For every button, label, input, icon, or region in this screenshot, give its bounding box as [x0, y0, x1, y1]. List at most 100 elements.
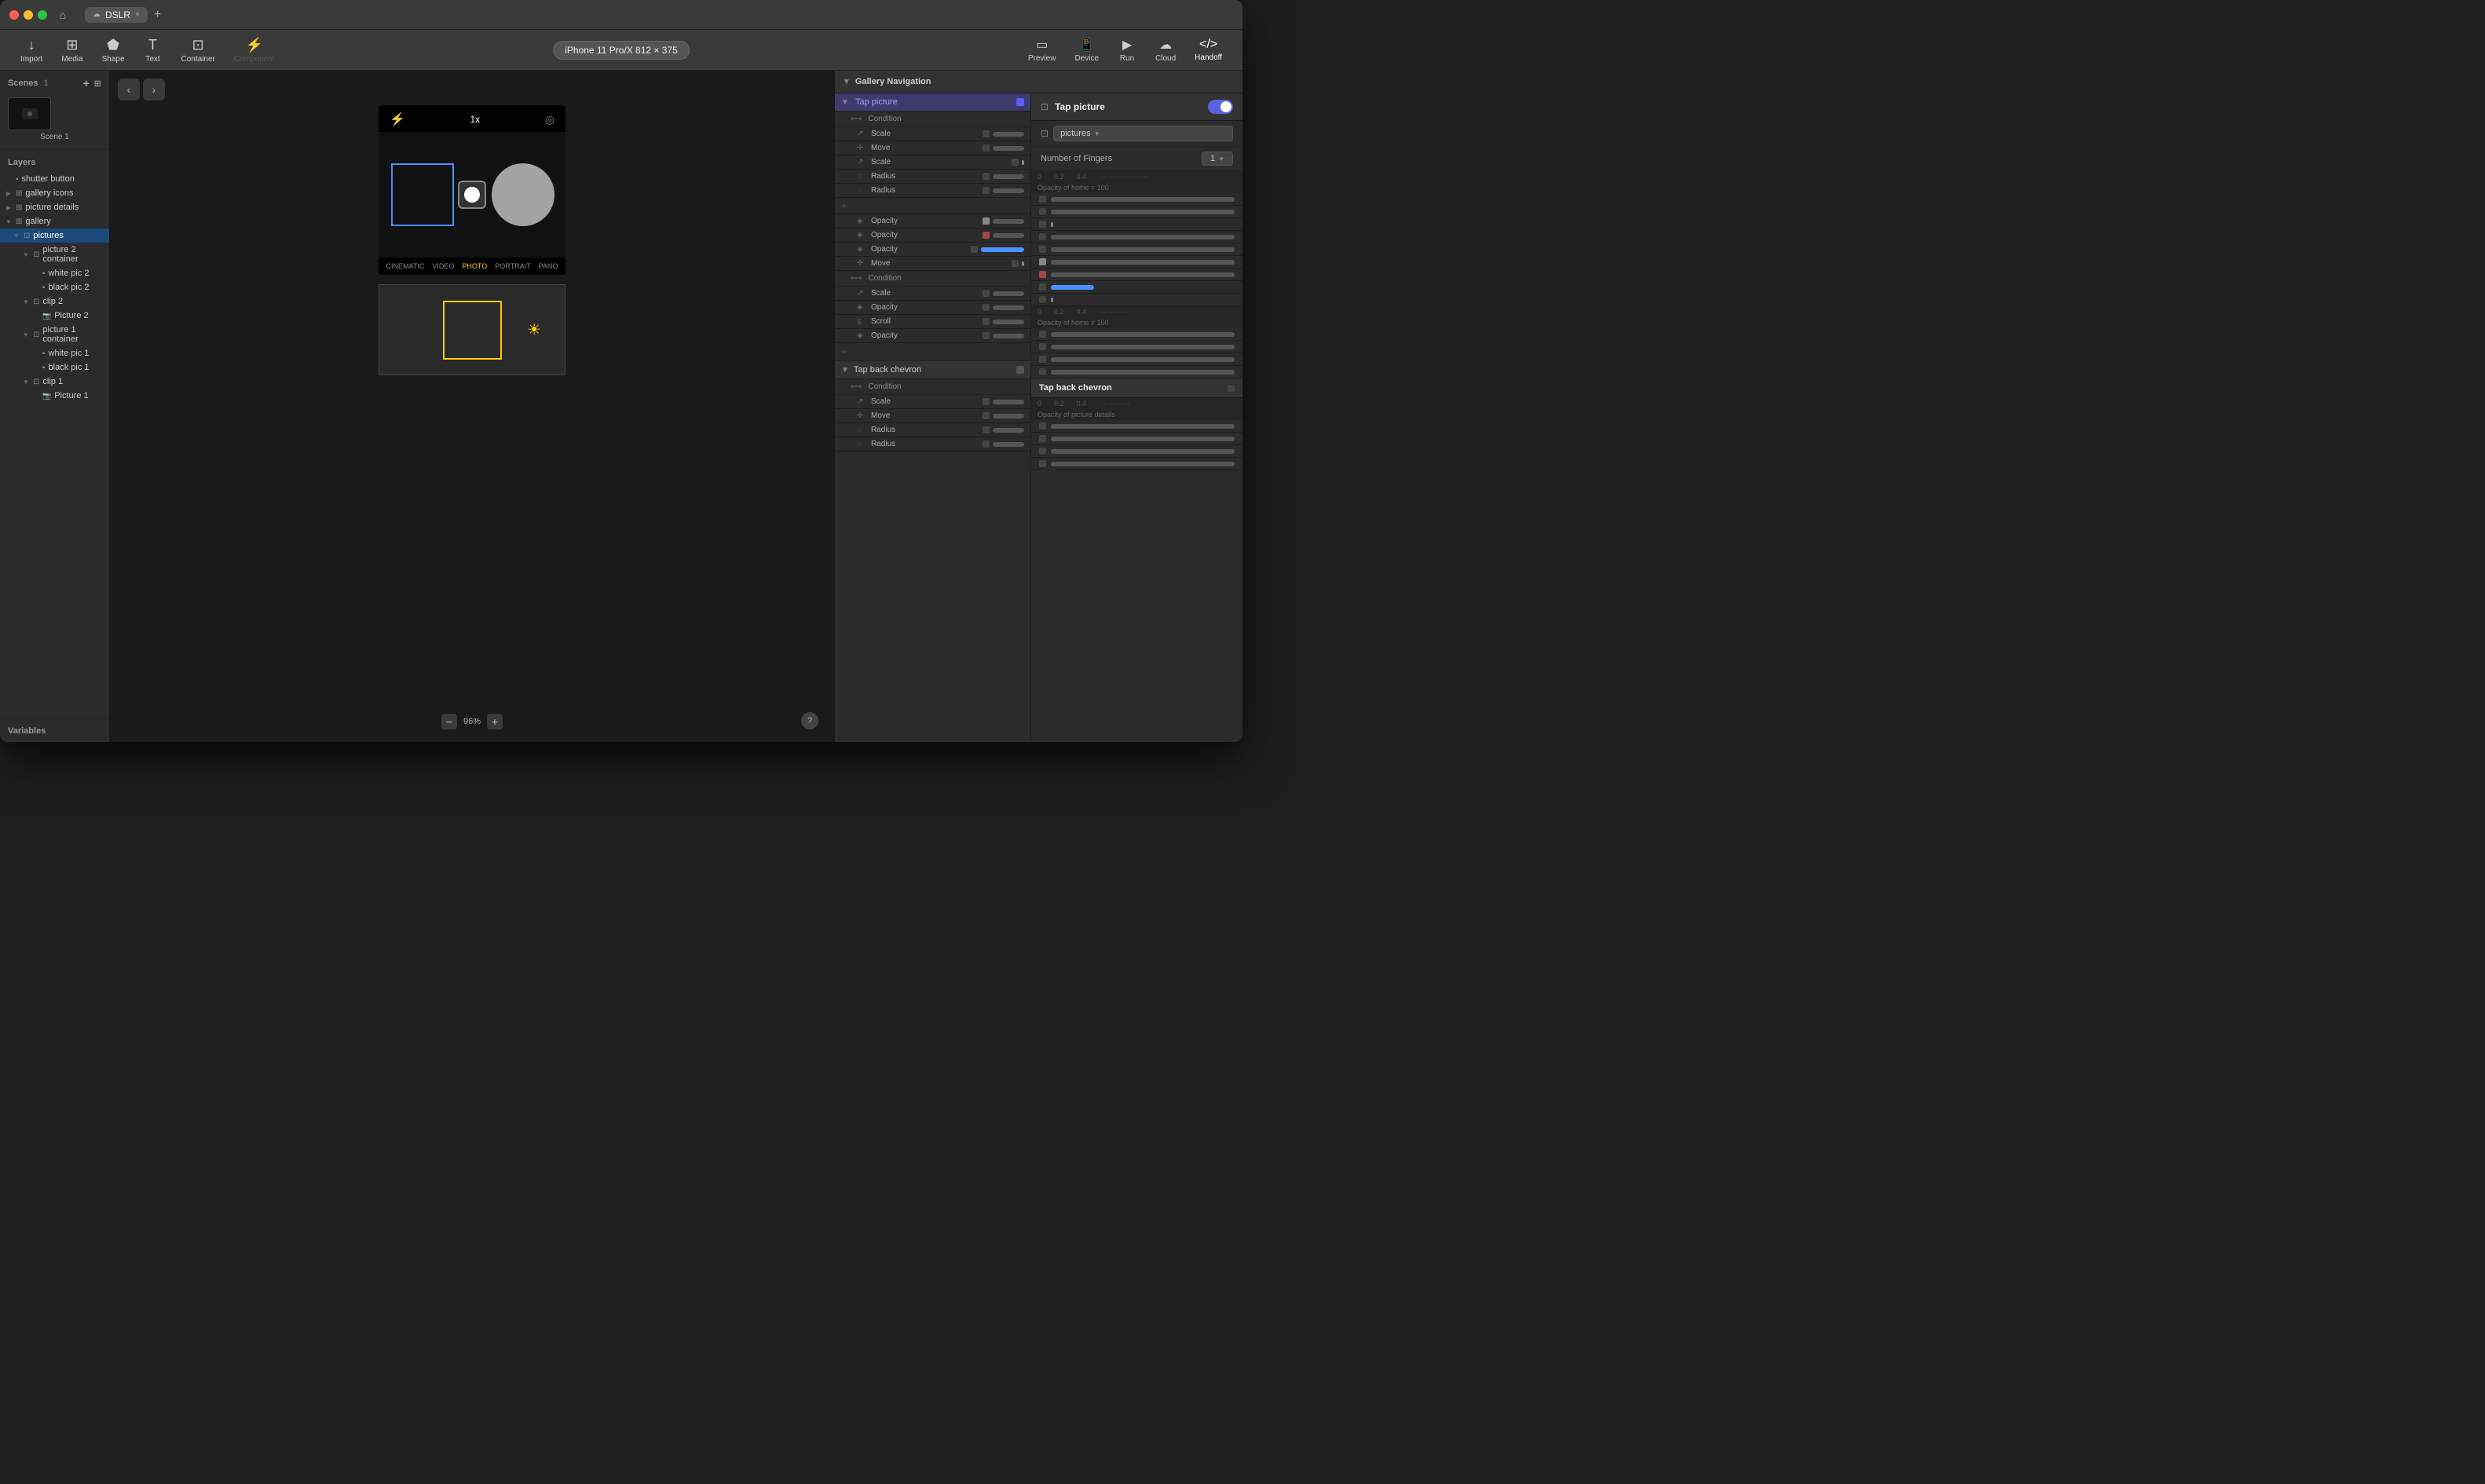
action-checkbox[interactable]	[1012, 159, 1019, 166]
layer-gallery[interactable]: ▼ ⊞ gallery	[0, 214, 109, 228]
action-checkbox[interactable]	[983, 232, 990, 239]
layer-picture-1[interactable]: 📷 Picture 1	[0, 389, 109, 403]
action-checkbox[interactable]	[983, 130, 990, 137]
action-checkbox[interactable]	[983, 318, 990, 325]
tap-back-checkbox[interactable]	[1228, 385, 1235, 392]
radius-icon-3: ◌	[857, 426, 868, 434]
action-checkbox[interactable]	[983, 290, 990, 297]
layer-picture-2-container[interactable]: ▼ ⊡ picture 2 container	[0, 243, 109, 266]
prop-checkbox[interactable]	[1039, 435, 1046, 442]
action-checkbox[interactable]	[983, 304, 990, 311]
close-button[interactable]	[9, 10, 19, 20]
add-tab-button[interactable]: +	[154, 8, 161, 22]
add-condition-row[interactable]: +	[835, 343, 1030, 361]
prop-checkbox[interactable]	[1039, 246, 1046, 253]
add-action-row[interactable]: +	[835, 198, 1030, 214]
tap-picture-checkbox[interactable]	[1016, 98, 1024, 106]
layer-black-pic-2[interactable]: ▪ black pic 2	[0, 280, 109, 294]
prop-checkbox[interactable]	[1039, 331, 1046, 338]
nav-forward-button[interactable]: ›	[143, 79, 165, 101]
layer-pictures[interactable]: ▼ ⊡ pictures	[0, 228, 109, 243]
cloud-button[interactable]: ☁ Cloud	[1147, 34, 1184, 66]
tap-back-chevron-checkbox[interactable]	[1016, 366, 1024, 374]
layer-picture-1-container[interactable]: ▼ ⊡ picture 1 container	[0, 323, 109, 346]
layer-white-pic-2[interactable]: ▪ white pic 2	[0, 266, 109, 280]
layer-clip-1[interactable]: ▼ ⊡ clip 1	[0, 375, 109, 389]
text-button[interactable]: T Text	[136, 34, 170, 67]
gallery-nav-collapse[interactable]: ▼	[843, 78, 851, 86]
prop-checkbox[interactable]	[1039, 283, 1046, 291]
action-checkbox[interactable]	[983, 217, 990, 225]
prop-checkbox[interactable]	[1039, 196, 1046, 203]
container-button[interactable]: ⊡ Container	[174, 34, 223, 67]
action-checkbox[interactable]	[983, 440, 990, 448]
scenes-view-toggle[interactable]: ⊞	[94, 79, 101, 89]
scene-1[interactable]: Scene 1	[8, 97, 101, 141]
zoom-out-button[interactable]: −	[441, 714, 457, 729]
mode-photo[interactable]: PHOTO	[462, 262, 487, 270]
prop-checkbox[interactable]	[1039, 422, 1046, 429]
ruler-0-2: 0	[1038, 308, 1041, 316]
layer-name: Picture 2	[54, 311, 88, 320]
layer-black-pic-1[interactable]: ▪ black pic 1	[0, 360, 109, 375]
import-button[interactable]: ↓ Import	[13, 34, 50, 67]
mode-portrait[interactable]: PORTRAIT	[495, 262, 530, 270]
prop-checkbox[interactable]	[1039, 448, 1046, 455]
media-button[interactable]: ⊞ Media	[53, 34, 90, 67]
fullscreen-button[interactable]	[38, 10, 47, 20]
minimize-button[interactable]	[24, 10, 33, 20]
prop-checkbox[interactable]	[1039, 356, 1046, 363]
action-checkbox[interactable]	[1012, 260, 1019, 267]
layer-picture-2[interactable]: 📷 Picture 2	[0, 309, 109, 323]
action-label: Opacity	[871, 331, 979, 340]
mode-cinematic[interactable]: CINEMATIC	[386, 262, 425, 270]
prop-checkbox[interactable]	[1039, 343, 1046, 350]
layer-shutter-button[interactable]: ▪ shutter button	[0, 172, 109, 186]
action-checkbox[interactable]	[983, 187, 990, 194]
prop-checkbox[interactable]	[1039, 460, 1046, 467]
canvas-area[interactable]: ‹ › ⚡ 1x ◎	[110, 71, 834, 742]
action-checkbox[interactable]	[971, 246, 978, 253]
zoom-in-button[interactable]: +	[487, 714, 503, 729]
variables-section[interactable]: Variables	[0, 718, 109, 742]
action-checkbox[interactable]	[983, 412, 990, 419]
device-selector[interactable]: iPhone 11 Pro/X 812 × 375	[553, 41, 690, 60]
prop-checkbox[interactable]	[1039, 258, 1046, 265]
preview-button[interactable]: ▭ Preview	[1020, 34, 1064, 66]
layer-gallery-icons[interactable]: ▶ ⊞ gallery icons	[0, 186, 109, 200]
prop-checkbox[interactable]	[1039, 233, 1046, 240]
add-scene-button[interactable]: +	[83, 77, 90, 90]
tab-close-button[interactable]: ×	[135, 10, 140, 19]
prop-checkbox[interactable]	[1039, 221, 1046, 228]
tap-back-chevron-header[interactable]: ▼ Tap back chevron	[835, 361, 1030, 379]
prop-checkbox[interactable]	[1039, 208, 1046, 215]
scenes-label: Scenes 1	[8, 79, 49, 88]
action-checkbox[interactable]	[983, 426, 990, 433]
mode-video[interactable]: VIDEO	[432, 262, 454, 270]
mode-pano[interactable]: PANO	[539, 262, 558, 270]
prop-checkbox[interactable]	[1039, 296, 1046, 303]
prop-checkbox[interactable]	[1039, 368, 1046, 375]
action-checkbox[interactable]	[983, 173, 990, 180]
tab-dslr[interactable]: ☁ DSLR ×	[85, 7, 148, 23]
home-button[interactable]: ⌂	[53, 5, 72, 24]
layer-clip-2[interactable]: ▼ ⊡ clip 2	[0, 294, 109, 309]
run-button[interactable]: ▶ Run	[1110, 34, 1144, 66]
help-button[interactable]: ?	[801, 712, 818, 729]
action-checkbox[interactable]	[983, 398, 990, 405]
layer-white-pic-1[interactable]: ▪ white pic 1	[0, 346, 109, 360]
action-checkbox[interactable]	[983, 144, 990, 152]
tap-picture-toggle[interactable]	[1208, 100, 1233, 114]
handoff-button[interactable]: </> Handoff	[1187, 35, 1230, 65]
component-button[interactable]: ⚡ Component	[226, 34, 283, 67]
target-dropdown[interactable]: pictures ▼	[1053, 126, 1233, 141]
tap-picture-row[interactable]: ▼ Tap picture	[835, 93, 1030, 111]
nav-back-button[interactable]: ‹	[118, 79, 140, 101]
layer-picture-details[interactable]: ▶ ⊞ picture details	[0, 200, 109, 214]
prop-checkbox[interactable]	[1039, 271, 1046, 278]
shape-button[interactable]: ⬟ Shape	[94, 34, 133, 67]
action-checkbox[interactable]	[983, 332, 990, 339]
device-button[interactable]: 📱 Device	[1067, 34, 1107, 66]
fingers-dropdown[interactable]: 1 ▼	[1202, 152, 1233, 166]
scene-1-thumb[interactable]	[8, 97, 51, 130]
